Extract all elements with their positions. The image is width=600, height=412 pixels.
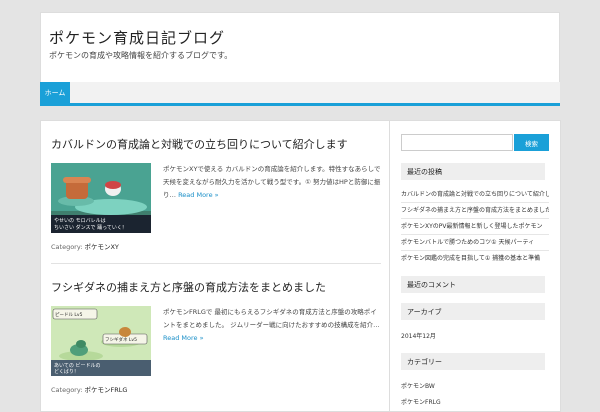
widget-title-archives: アーカイブ bbox=[401, 303, 545, 320]
widget-title-recent-comments: 最近のコメント bbox=[401, 276, 545, 293]
sidebar-category-link[interactable]: ポケモンBW bbox=[401, 381, 549, 390]
main-nav: ホーム bbox=[40, 82, 560, 106]
search-input[interactable] bbox=[401, 134, 513, 151]
main-content: カバルドンの育成論と対戦での立ち回りについて紹介します やせいの モロバレルは … bbox=[40, 120, 390, 412]
category-label: Category: bbox=[51, 243, 85, 251]
recent-post-link[interactable]: ポケモンXYのPV最新情報と新しく登場したポケモン bbox=[401, 221, 549, 230]
widget-title-recent-posts: 最近の投稿 bbox=[401, 163, 545, 180]
post-thumbnail[interactable]: やせいの モロバレルは ちいさい ダンスで 踊っていく！ bbox=[51, 163, 151, 233]
post-title[interactable]: フシギダネの捕まえ方と序盤の育成方法をまとめました bbox=[51, 279, 326, 295]
post-excerpt: ポケモンXYで使える カバルドンの育成論を紹介します。特性すなあらしで天候を変え… bbox=[163, 163, 381, 202]
category-link[interactable]: ポケモンXY bbox=[84, 243, 118, 251]
site-description: ポケモンの育成や攻略情報を紹介するブログです。 bbox=[49, 51, 233, 60]
thumb-caption-1: あいての ビードルの bbox=[54, 362, 100, 369]
post-title[interactable]: カバルドンの育成論と対戦での立ち回りについて紹介します bbox=[51, 136, 348, 152]
widget-divider bbox=[401, 202, 549, 203]
category-label: Category: bbox=[51, 386, 85, 394]
widget-divider bbox=[401, 250, 549, 251]
site-header: ポケモン育成日記ブログ ポケモンの育成や攻略情報を紹介するブログです。 bbox=[40, 12, 560, 84]
page: ポケモン育成日記ブログ ポケモンの育成や攻略情報を紹介するブログです。 ホーム … bbox=[40, 0, 561, 412]
category-link[interactable]: ポケモンFRLG bbox=[84, 386, 127, 394]
excerpt-text: ポケモンFRLGで 最初にもらえるフシギダネの育成方法と序盤の攻略ポイントをまと… bbox=[163, 308, 377, 329]
recent-post-link[interactable]: フシギダネの捕まえ方と序盤の育成方法をまとめました bbox=[401, 205, 549, 214]
sidebar: 検索 最近の投稿 カバルドンの育成論と対戦での立ち回りについて紹介します フシギ… bbox=[389, 120, 561, 412]
recent-post-link[interactable]: カバルドンの育成論と対戦での立ち回りについて紹介します bbox=[401, 189, 549, 198]
sidebar-category-link[interactable]: ポケモンFRLG bbox=[401, 397, 549, 406]
post-divider bbox=[51, 263, 381, 264]
widget-divider bbox=[401, 234, 549, 235]
site-title[interactable]: ポケモン育成日記ブログ bbox=[49, 27, 225, 48]
widget-title-categories: カテゴリー bbox=[401, 353, 545, 370]
recent-post-link[interactable]: ポケモン図鑑の完成を目指して① 捕獲の基本と準備 bbox=[401, 253, 549, 262]
post-excerpt: ポケモンFRLGで 最初にもらえるフシギダネの育成方法と序盤の攻略ポイントをまと… bbox=[163, 306, 381, 345]
excerpt-ellipsis: 紹介… bbox=[360, 321, 380, 329]
thumb-caption-2: どくばり！ bbox=[54, 368, 79, 375]
thumb-hud-bottom: フシギダネ Lv5 bbox=[105, 336, 137, 343]
recent-post-link[interactable]: ポケモンバトルで勝つためのコツ① 天候パーティ bbox=[401, 237, 549, 246]
post-category: Category: ポケモンXY bbox=[51, 241, 119, 251]
read-more-link[interactable]: Read More » bbox=[178, 191, 219, 199]
thumb-hud-top: ピードル Lv5 bbox=[55, 312, 83, 318]
nav-home-link[interactable]: ホーム bbox=[40, 82, 70, 103]
thumb-caption-1: やせいの モロバレルは bbox=[54, 217, 106, 224]
archive-link[interactable]: 2014年12月 bbox=[401, 331, 549, 340]
read-more-link[interactable]: Read More » bbox=[163, 334, 204, 342]
post-thumbnail[interactable]: ピードル Lv5 フシギダネ Lv5 あいての ビードルの どくばり！ bbox=[51, 306, 151, 376]
thumb-caption-2: ちいさい ダンスで 踊っていく！ bbox=[54, 224, 127, 231]
post-category: Category: ポケモンFRLG bbox=[51, 384, 127, 394]
search-button[interactable]: 検索 bbox=[514, 134, 549, 151]
excerpt-text: ポケモンXYで使える カバルドンの育成論を紹介します。特性すなあらしで天候を変え… bbox=[163, 165, 381, 186]
widget-divider bbox=[401, 218, 549, 219]
